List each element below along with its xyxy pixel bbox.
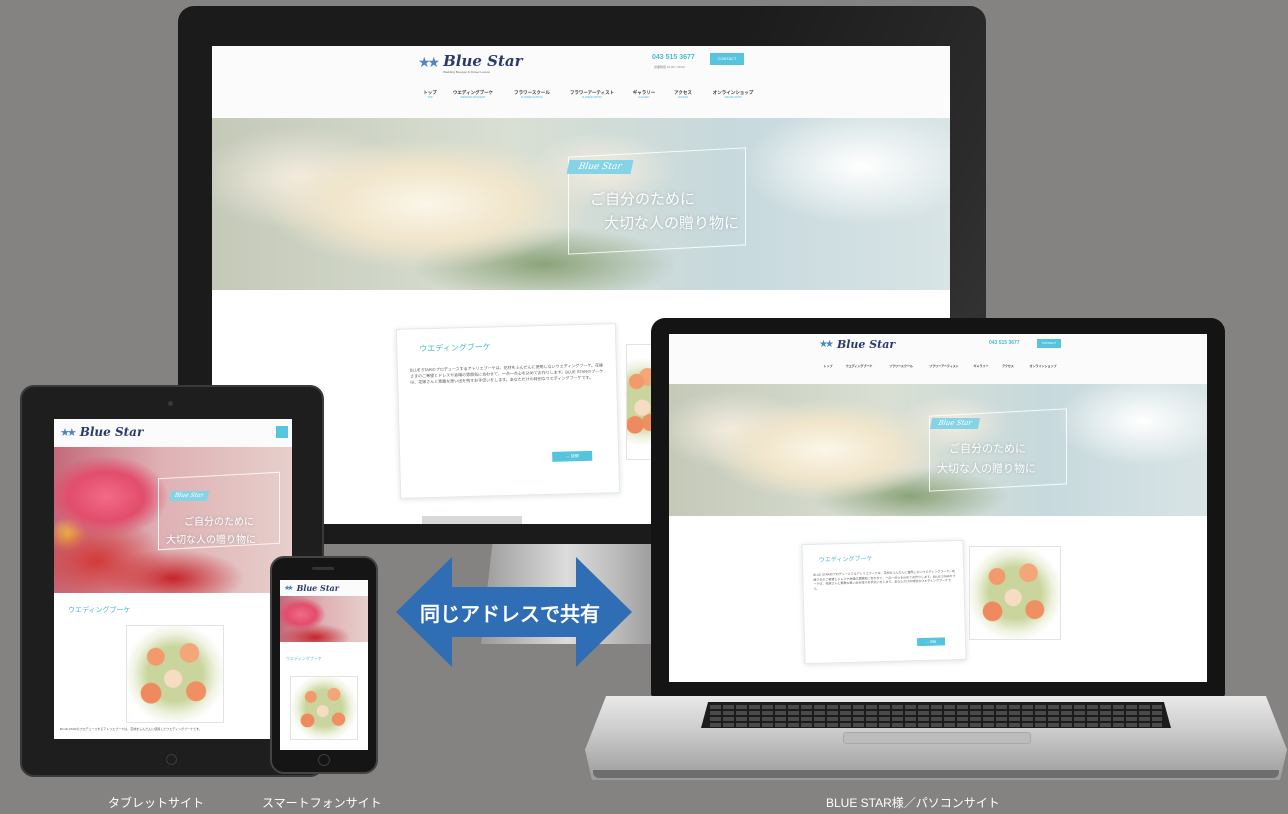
nav-item-wedding[interactable]: ウエディングブーケ WEDDING BOUQUET [442,90,504,99]
laptop-bouquet-image [969,546,1061,640]
tablet-home-button[interactable] [166,754,177,765]
laptop-site-header: ★★ Blue Star 043 515 3677 CONTACT トップ ウエ… [669,334,1207,385]
laptop-wedding-card: ウエディングブーケ BLUE STARのプロデュースするアトリエブーケは、花材を… [801,539,967,665]
tablet-star-logo-icon: ★★ [60,425,77,439]
laptop-trackpad [843,732,1031,744]
phone-logo-text: Blue Star [296,583,339,593]
laptop: ★★ Blue Star 043 515 3677 CONTACT トップ ウエ… [585,318,1287,784]
tablet-hero-line-2: 大切な人の贈り物に [166,535,256,546]
hero-banner: Blue Star ご自分のために 大切な人の贈り物に [212,118,950,290]
key-row [710,717,1162,721]
logo-text: Blue Star [443,52,523,70]
key-row [710,705,1162,709]
phone-site-header: ★★ Blue Star [280,580,368,597]
key-row [710,723,1162,727]
laptop-nav-item-gallery[interactable]: ギャラリー [967,364,995,368]
bottom-thumbnail-strip [422,516,522,524]
logo-subtitle: Wedding Bouquet & Flower Lesson [443,70,491,74]
laptop-contact-button[interactable]: CONTACT [1037,339,1061,348]
phone-hero-banner [280,596,368,642]
laptop-keyboard [701,702,1171,728]
laptop-logo-text: Blue Star [836,338,896,351]
nav-item-access[interactable]: アクセス ACCESS [664,90,702,99]
tablet-site-header: ★★ Blue Star [54,419,292,448]
phone-site-logo[interactable]: ★★ Blue Star [284,583,339,593]
nav-item-top[interactable]: トップ TOP [418,90,442,99]
nav-item-artist[interactable]: フラワーアーティスト FLOWER ARTIST [560,90,624,99]
tablet-menu-icon[interactable] [276,426,288,438]
hero-tag: Blue Star [566,160,634,174]
nav-item-shop[interactable]: オンラインショップ ONLINE SHOP [702,90,764,99]
tablet-site-screen: ★★ Blue Star Blue Star ご自分のために 大切な人の贈り物に… [54,419,292,739]
caption-smartphone: スマートフォンサイト [262,796,382,810]
tablet-site-logo[interactable]: ★★ Blue Star [60,425,143,439]
laptop-card-title: ウエディングブーケ [818,555,873,564]
laptop-site-screen: ★★ Blue Star 043 515 3677 CONTACT トップ ウエ… [669,334,1207,682]
laptop-hero-line-1: ご自分のために [949,442,1026,455]
phone-star-logo-icon: ★★ [284,584,293,592]
caption-tablet: タブレットサイト [108,796,205,810]
laptop-star-logo-icon: ★★ [819,339,834,350]
laptop-hero-tag: Blue Star [929,418,981,429]
phone-section-title: ウエディングブーケ [286,656,322,661]
laptop-front-lip [593,770,1279,778]
site-header: ★★ Blue Star Wedding Bouquet & Flower Le… [212,46,950,119]
laptop-nav-item-artist[interactable]: フラワーアーティスト [921,364,967,368]
laptop-nav-item-shop[interactable]: オンラインショップ [1021,364,1065,368]
laptop-hero-banner: Blue Star ご自分のために 大切な人の贈り物に [669,384,1207,516]
tablet-camera [168,401,173,406]
phone-bouquet-image [290,676,358,740]
phone-home-button[interactable] [318,754,330,766]
header-phone-hours: 営業時間 10:00〜18:00 [654,65,685,69]
laptop-header-phone[interactable]: 043 515 3677 [989,340,1020,346]
tablet-hero-banner: Blue Star ご自分のために 大切な人の贈り物に [54,447,292,593]
phone-site-screen: ★★ Blue Star ウエディングブーケ [280,580,368,750]
star-logo-icon: ★★ [418,55,440,71]
laptop-nav-item-school[interactable]: フラワースクール [881,364,921,368]
caption-pc: BLUE STAR様／パソコンサイト [826,796,1000,810]
contact-button[interactable]: CONTACT [710,53,744,65]
card-body: BLUE STARのプロデュースするアトリエブーケは、花材をふんだんに使用しない… [409,362,604,385]
main-nav: トップ TOP ウエディングブーケ WEDDING BOUQUET フラワースクール… [418,90,764,99]
header-phone[interactable]: 043 515 3677 [652,54,695,61]
site-logo[interactable]: ★★ Blue Star Wedding Bouquet & Flower Le… [418,52,523,74]
tablet-hero-line-1: ご自分のために [184,517,254,528]
laptop-more-button[interactable]: → 詳細 [916,637,946,647]
laptop-card-body: BLUE STARのプロデュースするアトリエブーケは、花材をふんだんに使用しない… [813,569,956,591]
key-row [710,711,1162,715]
tablet-logo-text: Blue Star [79,425,144,439]
laptop-nav-item-wedding[interactable]: ウエディングブーケ [837,364,881,368]
tablet-card-body: BLUE STARのプロデュースするアトリエブーケは、花材をふんだんに使用したウ… [60,727,202,731]
card-title: ウエディングブーケ [419,342,491,354]
hero-line-1: ご自分のために [590,190,696,208]
arrow-label: 同じアドレスで共有 [420,604,600,626]
laptop-main-nav: トップ ウエディングブーケ フラワースクール フラワーアーティスト ギャラリー … [819,364,1065,368]
tablet-hero-tag: Blue Star [168,491,210,501]
tablet-section-title: ウエディングブーケ [68,606,131,614]
laptop-nav-item-access[interactable]: アクセス [995,364,1021,368]
nav-item-gallery[interactable]: ギャラリー GALLERY [624,90,664,99]
laptop-site-logo[interactable]: ★★ Blue Star [819,338,895,351]
phone-speaker [312,567,334,570]
laptop-hero-line-2: 大切な人の贈り物に [937,462,1036,475]
nav-item-school[interactable]: フラワースクール FLOWER SCHOOL [504,90,560,99]
laptop-nav-item-top[interactable]: トップ [819,364,837,368]
tablet-bouquet-image [126,625,224,723]
smartphone: ★★ Blue Star ウエディングブーケ [270,556,378,774]
hero-line-2: 大切な人の贈り物に [604,214,740,232]
